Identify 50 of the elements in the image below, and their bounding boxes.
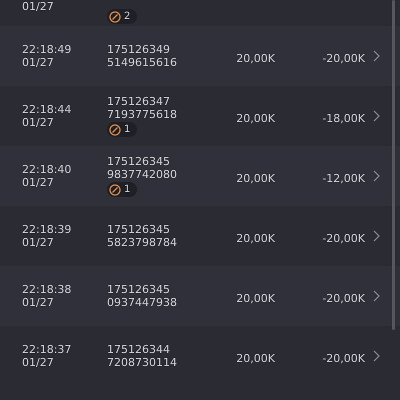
date-text: 01/27 — [22, 56, 55, 69]
id-text: 175126345 — [107, 223, 170, 236]
change-text: -20,00K — [322, 52, 365, 64]
chevron-right-icon — [373, 110, 380, 122]
date-text: 01/27 — [22, 356, 55, 369]
amount-text: 20,00K — [236, 112, 275, 124]
date-text: 01/27 — [22, 116, 55, 129]
id-text: 175126349 — [107, 43, 170, 56]
transaction-row[interactable]: 22:18:38 01/27 175126345 0937447938 20,00K -20,00K — [0, 266, 400, 326]
date-text: 01/27 — [22, 236, 55, 249]
chevron-right-icon — [373, 170, 380, 182]
change-text: -18,00K — [322, 112, 365, 124]
chevron-right-icon — [373, 290, 380, 302]
count-badge: 2 — [107, 9, 138, 24]
amount-text: 20,00K — [236, 52, 275, 64]
change-text: -12,00K — [322, 172, 365, 184]
time-text: 22:18:37 — [22, 343, 72, 356]
count-badge: 1 — [107, 182, 138, 197]
amount-text: 20,00K — [236, 172, 275, 184]
id-text: 175126345 — [107, 283, 170, 296]
date-text: 01/27 — [22, 176, 55, 189]
id-text: 5823798784 — [107, 236, 177, 249]
id-text: 5149615616 — [107, 56, 177, 69]
date-text: 01/27 — [22, 296, 55, 309]
date-text: 01/27 — [22, 0, 55, 13]
transaction-row[interactable]: 22:18:49 01/27 175126349 5149615616 20,00K -20,00K — [0, 26, 400, 86]
amount-text: 20,00K — [236, 232, 275, 244]
id-text: 9837742080 — [107, 168, 177, 181]
id-text: 7193775618 — [107, 108, 177, 121]
change-text: -20,00K — [322, 292, 365, 304]
scrollbar[interactable] — [392, 0, 395, 330]
time-text: 22:18:44 — [22, 103, 72, 116]
time-text: 22:18:39 — [22, 223, 72, 236]
time-text: 22:18:49 — [22, 43, 72, 56]
count-badge: 1 — [107, 122, 138, 137]
id-text: 7208730114 — [107, 356, 177, 369]
transaction-row[interactable]: 22:18:40 01/27 175126345 9837742080 1 20,00K -12,00K — [0, 146, 400, 206]
change-text: -20,00K — [322, 352, 365, 364]
amount-text: 20,00K — [236, 292, 275, 304]
chevron-right-icon — [373, 230, 380, 242]
time-text: 22:18:40 — [22, 163, 72, 176]
id-text: 0937447938 — [107, 296, 177, 309]
id-text: 175126344 — [107, 343, 170, 356]
chevron-right-icon — [373, 50, 380, 62]
change-text: -20,00K — [322, 232, 365, 244]
amount-text: 20,00K — [236, 352, 275, 364]
id-text: 175126347 — [107, 95, 170, 108]
chevron-right-icon — [373, 350, 380, 362]
id-text: 175126345 — [107, 155, 170, 168]
time-text: 22:18:38 — [22, 283, 72, 296]
